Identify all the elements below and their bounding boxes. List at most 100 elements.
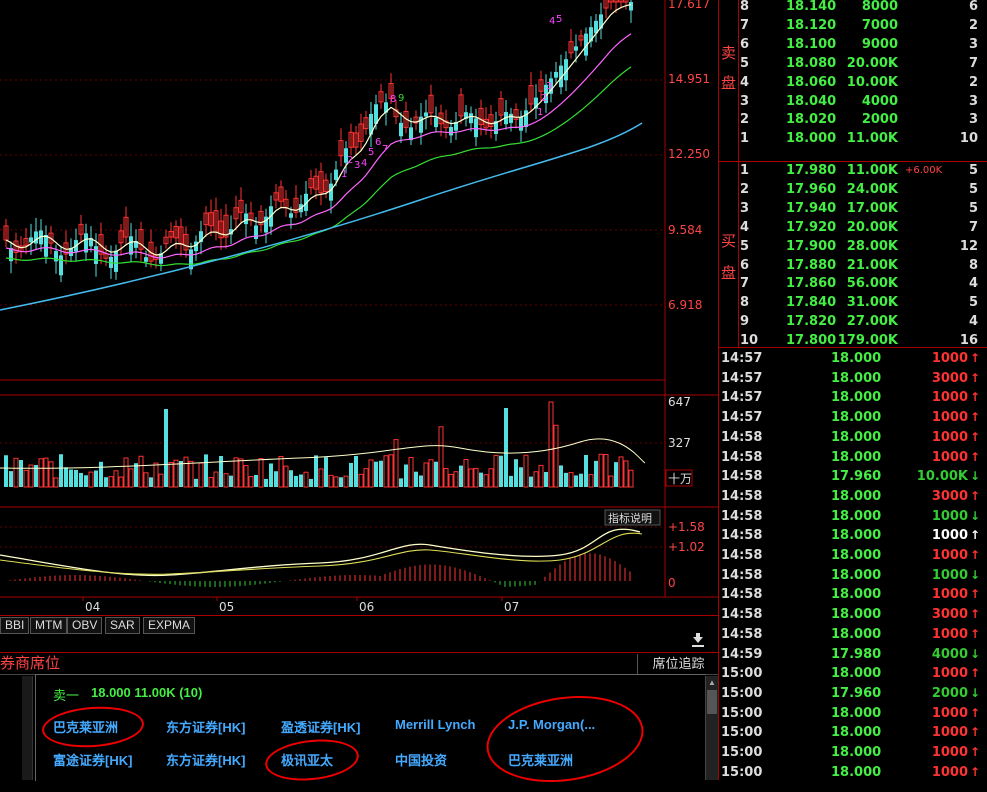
indicator-help-button[interactable]: 指标说明: [608, 511, 652, 525]
download-arrow-icon[interactable]: [692, 633, 704, 647]
td-number-label: 4: [549, 16, 555, 27]
tick-direction-icon: ↑: [969, 528, 980, 543]
tab-expma[interactable]: EXPMA: [143, 617, 196, 634]
price-axis-label: 14.951: [668, 72, 710, 86]
broker-item[interactable]: 盈透证券[HK]: [281, 717, 360, 736]
broker-scrollbar[interactable]: ▲: [705, 676, 718, 780]
tick-volume: 3000: [931, 488, 968, 504]
tab-bbi[interactable]: BBI: [0, 617, 30, 634]
tick-price: 18.000: [831, 764, 882, 780]
level-volume: 56.00K: [846, 276, 898, 292]
order-book-sell-row[interactable]: 2 18.020 2000 3: [719, 110, 987, 129]
level-order-count: 5: [968, 200, 978, 216]
volume-bar: [393, 439, 399, 488]
tick-row: 14:58 18.000 3000 ↑: [719, 487, 987, 507]
order-book-sell-row[interactable]: 8 18.140 8000 6: [719, 0, 987, 16]
candle-body: [334, 169, 338, 180]
order-book-buy-row[interactable]: 5 17.900 28.00K 12: [719, 237, 987, 256]
order-book-buy-row[interactable]: 4 17.920 20.00K 7: [719, 218, 987, 237]
scroll-thumb[interactable]: [707, 690, 717, 714]
volume-bar: [623, 460, 629, 488]
tick-direction-icon: ↑: [969, 548, 980, 562]
order-book-buy-row[interactable]: 2 17.960 24.00K 5: [719, 180, 987, 199]
volume-bar: [443, 468, 449, 488]
tick-price: 18.000: [831, 528, 882, 544]
td-number-label: 3: [354, 160, 360, 171]
tab-mtm[interactable]: MTM: [30, 617, 68, 634]
order-book-sell-row[interactable]: 4 18.060 10.00K 2: [719, 73, 987, 92]
scroll-up-icon[interactable]: ▲: [708, 678, 716, 687]
order-book-buy-row[interactable]: 9 17.820 27.00K 4: [719, 312, 987, 331]
broker-item[interactable]: 东方证券[HK]: [166, 750, 245, 769]
tick-row: 14:58 18.000 1000 ↑: [719, 585, 987, 605]
order-book-sell-row[interactable]: 1 18.000 11.00K 10: [719, 129, 987, 148]
ma-line: [5, 33, 632, 259]
broker-item[interactable]: 富途证券[HK]: [53, 750, 132, 769]
tick-row: 14:57 18.000 3000 ↑: [719, 369, 987, 389]
level-price: 18.020: [786, 112, 837, 128]
ma-line-long: [0, 122, 643, 311]
candle-body: [509, 113, 513, 123]
order-book-buy-row[interactable]: 7 17.860 56.00K 4: [719, 274, 987, 293]
broker-item[interactable]: 东方证券[HK]: [166, 717, 245, 736]
volume-bar: [219, 456, 223, 487]
level-volume: 11.00K: [846, 163, 898, 178]
x-tick-label: 05: [219, 600, 234, 614]
volume-bar: [69, 469, 73, 487]
candle-body: [289, 213, 293, 218]
tick-volume: 1000: [931, 764, 968, 780]
level-price: 17.800: [786, 333, 837, 349]
level-price: 18.100: [786, 36, 837, 52]
tick-row: 15:00 18.000 1000 ↑: [719, 743, 987, 763]
level-price: 17.840: [786, 295, 837, 311]
level-price: 17.940: [786, 200, 837, 216]
seat-tracker-button[interactable]: 席位追踪: [637, 654, 719, 675]
volume-bar: [544, 472, 548, 487]
tick-row: 14:58 18.000 1000 ↑: [719, 428, 987, 448]
level-index: 8: [740, 295, 750, 311]
order-book-buy-row[interactable]: 8 17.840 31.00K 5: [719, 293, 987, 312]
volume-bar: [588, 474, 594, 488]
volume-bar: [213, 471, 219, 488]
tick-direction-icon: ↓: [969, 646, 980, 661]
broker-item[interactable]: Merrill Lynch: [395, 717, 475, 732]
tab-obv[interactable]: OBV: [67, 617, 103, 634]
x-tick-label: 04: [85, 600, 100, 614]
left-scrollbar[interactable]: [22, 676, 33, 780]
candle-body: [554, 72, 558, 78]
price-axis-label: 9.584: [668, 223, 702, 237]
tick-direction-icon: ↑: [969, 607, 980, 622]
tick-direction-icon: ↑: [969, 351, 980, 365]
level-index: 7: [740, 276, 750, 292]
level-volume: 4000: [861, 93, 898, 109]
volume-bar: [13, 457, 19, 488]
level-index: 1: [740, 131, 750, 147]
tick-direction-icon: ↑: [969, 666, 980, 681]
level-price: 17.960: [786, 181, 837, 197]
volume-bar: [43, 457, 49, 488]
volume-bar: [553, 424, 559, 488]
order-book-buy-row[interactable]: 6 17.880 21.00K 8: [719, 256, 987, 275]
tick-time: 14:57: [721, 410, 763, 426]
order-book-sell-row[interactable]: 7 18.120 7000 2: [719, 16, 987, 35]
order-book-sell-row[interactable]: 5 18.080 20.00K 7: [719, 54, 987, 73]
order-book-buy-row[interactable]: 1 17.980 11.00K +6.00K 5: [719, 161, 987, 180]
volume-bar: [134, 463, 138, 487]
quote-panel: 8 18.140 8000 6 7 18.120 7000 2 6 18.100 9000 3 5 18.…: [718, 0, 987, 780]
level-order-count: 5: [968, 181, 978, 197]
level-index: 2: [740, 181, 750, 197]
sell1-label: 卖一: [53, 688, 80, 703]
level-price: 18.060: [786, 74, 837, 90]
order-book-sell-row[interactable]: 3 18.040 4000 3: [719, 92, 987, 111]
broker-item[interactable]: 中国投资: [395, 750, 447, 769]
kline-chart-area[interactable]: 12 3 45678 91234 5 17.617 14.951 12.250 9.58…: [0, 0, 718, 654]
order-book-sell-row[interactable]: 6 18.100 9000 3: [719, 35, 987, 54]
level-price: 17.820: [786, 314, 837, 330]
volume-bar: [104, 477, 108, 487]
level-volume: 21.00K: [846, 257, 898, 273]
level-price: 17.900: [786, 238, 837, 254]
tick-time: 15:00: [721, 764, 763, 780]
tab-sar[interactable]: SAR: [105, 617, 140, 634]
volume-bar: [509, 475, 513, 487]
order-book-buy-row[interactable]: 3 17.940 17.00K 5: [719, 199, 987, 218]
